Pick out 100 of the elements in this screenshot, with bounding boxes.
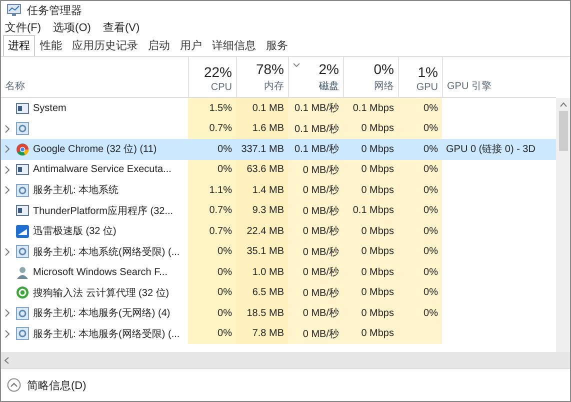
column-header[interactable]: GPU xyxy=(416,82,438,93)
process-row[interactable]: Antimalware Service Executa... 0% 63.6 MB 0 MB/秒 0 Mbps 0% xyxy=(1,160,556,180)
process-name: Antimalware Service Executa... xyxy=(33,164,172,176)
table-cell: 0% xyxy=(398,180,442,200)
table-cell: 0.7% xyxy=(188,221,236,242)
table-cell: 0% xyxy=(398,98,442,118)
table-cell: 1.6 MB xyxy=(236,118,288,139)
process-row[interactable]: 0.7% 1.6 MB 0.1 MB/秒 0 Mbps 0% xyxy=(1,118,556,139)
app-icon xyxy=(16,224,29,238)
process-name: 迅雷极速版 (32 位) xyxy=(33,224,116,238)
table-cell: 1.0 MB xyxy=(236,262,288,282)
table-cell: 0 Mbps xyxy=(343,221,398,242)
process-row[interactable]: 服务主机: 本地系统(网络受限) (... 0% 35.1 MB 0 MB/秒 0 Mbps 0% xyxy=(1,242,556,262)
table-cell: 35.1 MB xyxy=(236,242,288,262)
app-icon xyxy=(16,286,29,300)
expand-chevron-icon[interactable] xyxy=(5,309,10,318)
column-header[interactable]: 内存 xyxy=(264,79,284,93)
gear-icon xyxy=(16,245,29,258)
tab[interactable]: 应用历史记录 xyxy=(67,35,143,56)
column-percent: 1% xyxy=(418,64,438,80)
table-cell: 63.6 MB xyxy=(236,160,288,180)
process-name: 服务主机: 本地系统(网络受限) (... xyxy=(33,246,180,259)
process-row[interactable]: System 1.5% 0.1 MB 0.1 MB/秒 0.1 Mbps 0% xyxy=(1,98,556,118)
expand-chevron-icon[interactable] xyxy=(5,330,10,338)
table-cell: 0 MB/秒 xyxy=(288,221,343,242)
scrollbar-thumb[interactable] xyxy=(558,111,568,151)
table-cell: 0 MB/秒 xyxy=(288,242,343,262)
column-header[interactable]: CPU xyxy=(210,82,232,93)
process-name: 搜狗输入法 云计算代理 (32 位) xyxy=(33,286,170,300)
scroll-up-icon[interactable] xyxy=(560,102,566,107)
table-cell: 0 MB/秒 xyxy=(288,200,343,221)
gear-icon xyxy=(16,122,29,136)
sort-caret-icon xyxy=(293,63,300,67)
user-icon xyxy=(16,266,29,279)
table-cell: 0% xyxy=(398,160,442,180)
table-cell: 0% xyxy=(398,282,442,303)
menu-item[interactable]: 查看(V) xyxy=(102,20,140,35)
process-row[interactable]: 服务主机: 本地系统 1.1% 1.4 MB 0 MB/秒 0 Mbps 0% xyxy=(1,180,556,200)
table-cell: 0% xyxy=(398,303,442,324)
expand-chevron-icon[interactable] xyxy=(5,248,10,256)
menu-item[interactable]: 文件(F) xyxy=(5,20,42,35)
table-cell: 0 Mbps xyxy=(343,303,398,324)
expand-chevron-icon[interactable] xyxy=(5,145,10,154)
column-header[interactable]: GPU 引擎 xyxy=(447,79,492,93)
process-row[interactable]: 服务主机: 本地服务(无网络) (4) 0% 18.5 MB 0 MB/秒 0 Mbps 0% xyxy=(1,303,556,324)
table-cell: 6.5 MB xyxy=(236,282,288,303)
window-icon xyxy=(16,102,29,114)
table-cell: 0 MB/秒 xyxy=(288,160,343,180)
tab[interactable]: 性能 xyxy=(35,35,67,56)
expand-chevron-icon[interactable] xyxy=(5,186,10,194)
table-cell: 0% xyxy=(188,324,236,344)
tab[interactable]: 启动 xyxy=(143,35,175,56)
process-name: Microsoft Windows Search F... xyxy=(33,266,168,278)
table-cell: 0 Mbps xyxy=(343,180,398,200)
tab[interactable]: 服务 xyxy=(261,35,293,56)
horizontal-scrollbar[interactable] xyxy=(1,352,570,368)
process-row[interactable]: 服务主机: 本地服务(网络受限) (... 0% 7.8 MB 0 MB/秒 0 Mbps xyxy=(1,324,556,344)
table-cell: 0% xyxy=(188,160,236,180)
expand-chevron-icon[interactable] xyxy=(5,124,10,133)
column-percent: 78% xyxy=(256,61,284,77)
tab[interactable]: 详细信息 xyxy=(207,35,261,56)
table-cell: 0.7% xyxy=(188,118,236,139)
window-icon xyxy=(16,164,29,176)
window-icon xyxy=(16,205,29,216)
tab[interactable]: 进程 xyxy=(3,35,35,56)
table-cell: 0% xyxy=(398,242,442,262)
table-cell: 1.5% xyxy=(188,98,236,118)
table-cell: 0% xyxy=(188,262,236,282)
app-icon xyxy=(7,4,21,16)
table-cell: 0% xyxy=(188,242,236,262)
process-row[interactable]: 迅雷极速版 (32 位) 0.7% 22.4 MB 0 MB/秒 0 Mbps 0% xyxy=(1,221,556,242)
column-percent: 22% xyxy=(204,64,232,80)
process-row[interactable]: ThunderPlatform应用程序 (32... 0.7% 9.3 MB 0 MB/秒 0.1 Mbps 0% xyxy=(1,200,556,221)
table-cell: 0 MB/秒 xyxy=(288,303,343,324)
table-cell: 0.1 MB/秒 xyxy=(288,98,343,118)
column-header[interactable]: 名称 xyxy=(5,79,25,93)
process-row[interactable]: Microsoft Windows Search F... 0% 1.0 MB 0 MB/秒 0 Mbps 0% xyxy=(1,262,556,282)
table-cell: 0 MB/秒 xyxy=(288,262,343,282)
column-header[interactable]: 网络 xyxy=(374,79,394,93)
table-cell: 0 Mbps xyxy=(343,118,398,139)
column-header[interactable]: 磁盘 xyxy=(319,79,339,93)
gear-icon xyxy=(16,184,29,197)
table-cell: 0% xyxy=(398,118,442,139)
table-cell: 0 Mbps xyxy=(343,242,398,262)
fewer-details-link[interactable]: 简略信息(D) xyxy=(27,378,86,392)
table-cell: 0% xyxy=(398,221,442,242)
gear-icon xyxy=(16,306,29,320)
tab[interactable]: 用户 xyxy=(175,35,207,56)
collapse-icon[interactable] xyxy=(7,378,21,392)
process-name: Google Chrome (32 位) (11) xyxy=(33,143,157,156)
expand-chevron-icon[interactable] xyxy=(5,166,10,174)
table-cell: 0% xyxy=(398,200,442,221)
menu-item[interactable]: 选项(O) xyxy=(53,20,91,35)
column-percent: 2% xyxy=(318,61,339,77)
scroll-left-icon[interactable] xyxy=(4,356,9,364)
process-row[interactable]: Google Chrome (32 位) (11) 0% 337.1 MB 0.1 MB/秒 0 Mbps 0% GPU 0 (链接 0) - 3D xyxy=(1,139,556,160)
table-cell: 0% xyxy=(398,262,442,282)
table-cell: 1.4 MB xyxy=(236,180,288,200)
process-row[interactable]: 搜狗输入法 云计算代理 (32 位) 0% 6.5 MB 0 MB/秒 0 Mbps 0% xyxy=(1,282,556,303)
table-cell: 0% xyxy=(188,303,236,324)
